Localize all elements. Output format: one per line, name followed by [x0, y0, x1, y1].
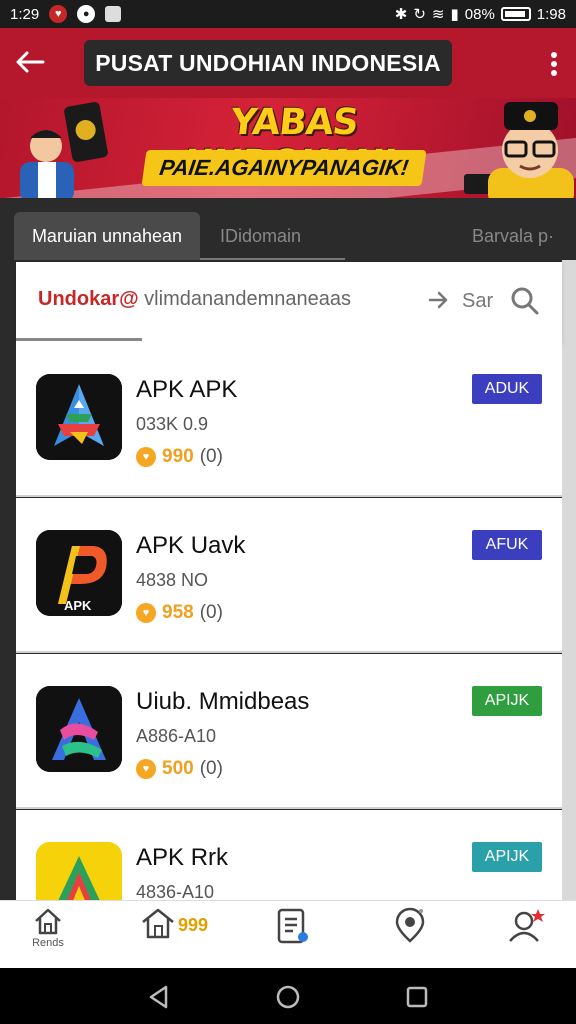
arrow-right-icon[interactable] — [426, 288, 450, 312]
list-item[interactable]: APK APK Uavk 4838 NO ♥ 958 (0) AFUK — [16, 498, 562, 653]
nav-item-home[interactable]: Rends — [18, 907, 78, 963]
app-icon — [36, 686, 122, 772]
app-logo-icon: APK — [36, 530, 122, 616]
promo-banner[interactable]: YABAS UNDOKANI PAIE.AGAINYPANAGIK! — [0, 98, 576, 198]
search-query: vlimdanandemnaneaas — [138, 288, 351, 310]
page-title: PUSAT UNDOHIAN INDONESIA — [84, 40, 452, 86]
tab-domain[interactable]: IDidomain — [220, 212, 301, 260]
app-name: APK Rrk — [136, 844, 229, 871]
status-time-right: 1:98 — [536, 5, 566, 23]
tab-bar: Maruian unnahean IDidomain Barvala p· — [0, 198, 576, 260]
system-navigation-bar — [0, 968, 576, 1024]
nav-item-location[interactable] — [380, 907, 440, 963]
rating-count: (0) — [199, 602, 223, 623]
status-bar: 1:29 ♥ ● ✱ ↻ ≋ ▮ 08% 1:98 — [0, 0, 576, 28]
list-item[interactable]: APK Rrk 4836-A10 APIJK — [16, 810, 562, 900]
app-badge-button[interactable]: AFUK — [472, 530, 542, 560]
status-time: 1:29 — [10, 5, 40, 23]
location-icon — [395, 907, 425, 943]
app-logo-icon — [36, 374, 122, 460]
search-bar[interactable]: Undokar@ vlimdanandemnaneaas Sar — [16, 262, 562, 342]
app-logo-icon — [36, 686, 122, 772]
back-icon[interactable] — [146, 984, 172, 1010]
app-rating: ♥ 500 (0) — [136, 758, 223, 780]
more-options-button[interactable] — [544, 46, 564, 82]
battery-percent: 08% — [464, 5, 495, 23]
apk-label: APK — [64, 598, 92, 613]
app-badge-button[interactable]: APIJK — [472, 842, 542, 872]
mascot-illustration-left — [20, 102, 108, 198]
signal-icon: ▮ — [450, 6, 459, 23]
rating-value: 500 — [162, 758, 194, 779]
app-meta: 033K 0.9 — [136, 414, 209, 434]
app-meta: A886-A10 — [136, 726, 217, 746]
app-rating: ♥ 958 (0) — [136, 602, 223, 624]
app-list: APK APK 033K 0.9 ♥ 990 (0) ADUK APK APK … — [16, 342, 562, 900]
scroll-track — [562, 260, 576, 900]
app-name: APK APK — [136, 376, 238, 403]
alarm-icon: ↻ — [413, 6, 426, 23]
star-icon: ♥ — [136, 603, 156, 623]
nav-item-home-badge[interactable]: 999 — [128, 907, 208, 963]
search-action-label[interactable]: Sar — [462, 290, 493, 313]
app-icon — [36, 374, 122, 460]
app-bar: PUSAT UNDOHIAN INDONESIA — [0, 28, 576, 98]
list-item[interactable]: Uiub. Mmidbeas A886-A10 ♥ 500 (0) APIJK — [16, 654, 562, 809]
app-name: Uiub. Mmidbeas — [136, 688, 310, 715]
notification-icon: ● — [77, 5, 96, 23]
recents-icon[interactable] — [404, 984, 430, 1010]
bluetooth-icon: ✱ — [394, 6, 408, 23]
search-input[interactable]: Undokar@ vlimdanandemnaneaas — [38, 288, 351, 311]
document-icon — [277, 908, 308, 944]
star-icon: ♥ — [136, 759, 156, 779]
app-name: APK Uavk — [136, 532, 246, 559]
rating-value: 990 — [162, 446, 194, 467]
rating-value: 958 — [162, 602, 194, 623]
nav-item-profile[interactable] — [496, 907, 556, 963]
app-badge-button[interactable]: APIJK — [472, 686, 542, 716]
tab-more[interactable]: Barvala p· — [472, 212, 554, 260]
battery-icon — [500, 7, 531, 21]
search-prefix: Undokar@ — [38, 288, 139, 310]
app-badge-button[interactable]: ADUK — [472, 374, 542, 404]
nav-label: Rends — [32, 937, 64, 949]
search-underline — [16, 338, 142, 341]
more-vert-icon — [551, 52, 557, 76]
mascot-illustration-right — [464, 102, 574, 198]
home-icon — [142, 908, 174, 939]
tab-indicator — [200, 258, 345, 260]
wifi-icon: ≋ — [431, 6, 445, 23]
notification-icon: ♥ — [49, 5, 68, 23]
list-item[interactable]: APK APK 033K 0.9 ♥ 990 (0) ADUK — [16, 342, 562, 497]
nav-item-documents[interactable] — [262, 907, 322, 963]
app-icon: APK — [36, 530, 122, 616]
app-icon — [36, 842, 122, 900]
app-meta: 4838 NO — [136, 570, 209, 590]
app-rating: ♥ 990 (0) — [136, 446, 223, 468]
banner-subtitle: PAIE.AGAINYPANAGIK! — [141, 150, 427, 186]
app-logo-icon — [36, 842, 122, 900]
search-icon[interactable] — [510, 286, 540, 316]
star-icon: ♥ — [136, 447, 156, 467]
profile-icon — [509, 909, 545, 942]
tab-main[interactable]: Maruian unnahean — [14, 212, 200, 260]
rating-count: (0) — [199, 446, 223, 467]
back-button[interactable] — [10, 42, 50, 82]
image-icon — [105, 6, 122, 22]
nav-badge: 999 — [178, 915, 209, 935]
home-circle-icon[interactable] — [275, 984, 301, 1010]
back-arrow-icon — [16, 51, 45, 73]
app-meta: 4836-A10 — [136, 882, 215, 900]
rating-count: (0) — [199, 758, 223, 779]
home-icon — [35, 908, 61, 935]
bottom-navigation: Rends 999 — [0, 900, 576, 968]
